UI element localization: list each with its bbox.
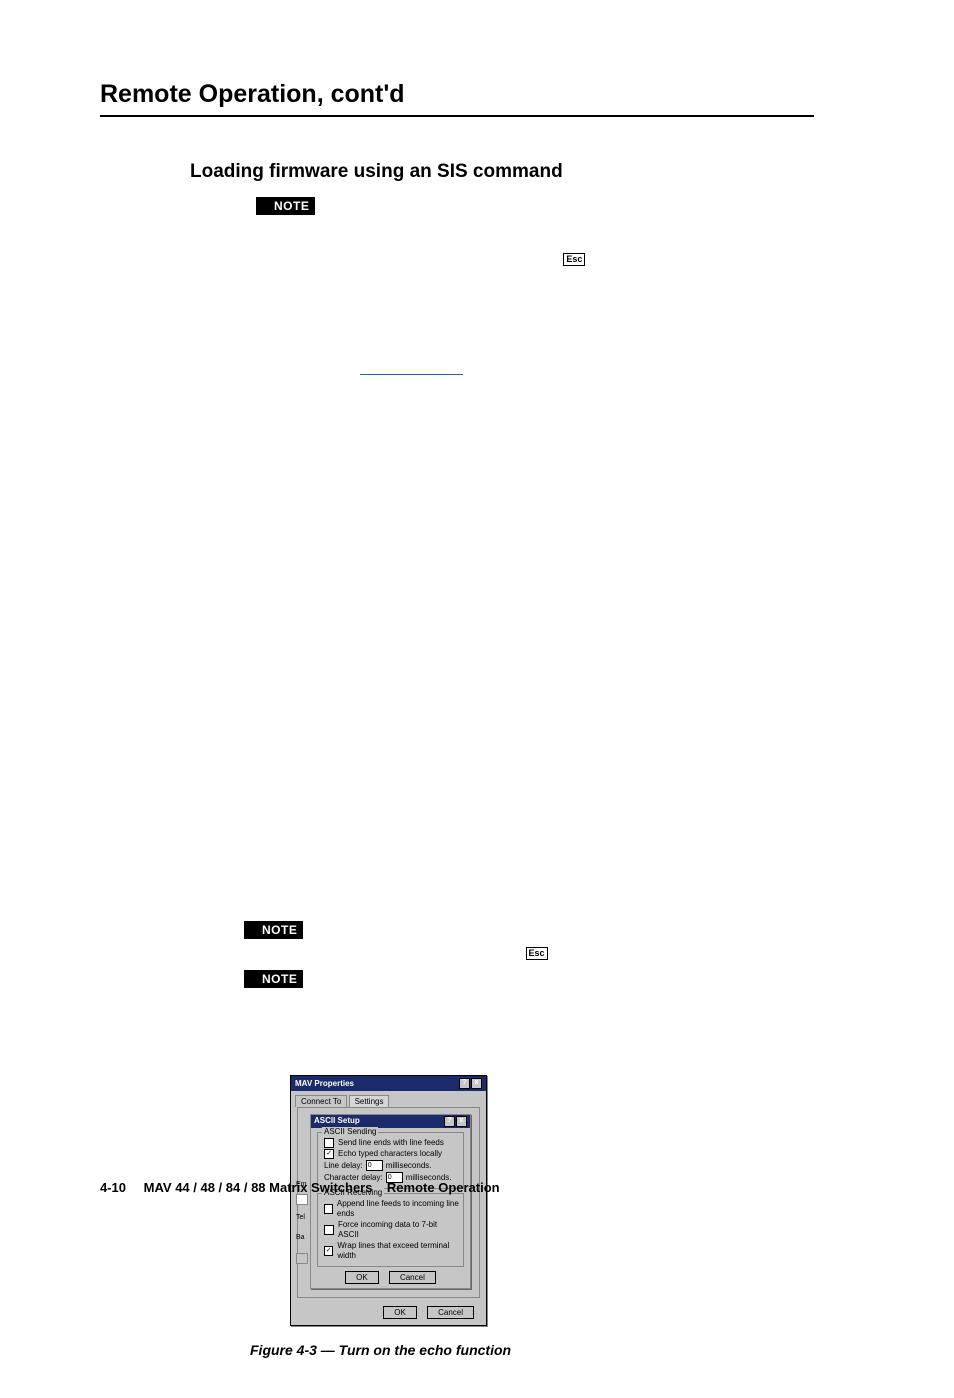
note-text-1: The Windows Control/Configuration softwa…: [331, 197, 814, 238]
dialog-titlebar: MAV Properties ? x: [291, 1076, 486, 1091]
ascii-ok-button[interactable]: OK: [345, 1271, 379, 1284]
note-badge: NOTE: [244, 921, 303, 939]
step-4b-text: Browse through your system and select th…: [270, 472, 814, 492]
checkbox-wrap-lines[interactable]: ✓: [324, 1246, 333, 1256]
step-1-sub: The E*2CM response from the switcher ind…: [270, 314, 814, 375]
body-paragraph: If firmware loading is interrupted the u…: [256, 248, 814, 268]
label-force-7bit: Force incoming data to 7-bit ASCII: [338, 1220, 459, 1240]
label-line-delay: Line delay:: [324, 1161, 363, 1171]
step-1: Connect a Windows-based computer to the …: [270, 268, 814, 375]
help-icon[interactable]: ?: [459, 1078, 470, 1089]
extron-link[interactable]: www.extron.com: [360, 357, 463, 375]
step-2: On your Windows-based computer, start Hy…: [270, 385, 814, 405]
note-badge: NOTE: [256, 197, 315, 215]
step-4: Click Transfer > Send Text File. Browse …: [270, 446, 814, 1051]
ascii-cancel-button[interactable]: Cancel: [389, 1271, 436, 1284]
ascii-title-text: ASCII Setup: [314, 1116, 360, 1127]
page-footer: 4-10 MAV 44 / 48 / 84 / 88 Matrix Switch…: [100, 1180, 500, 1195]
step-3: Send the switcher a Prepare for firmware…: [270, 416, 814, 436]
label-send-line-ends: Send line ends with line feeds: [338, 1138, 444, 1148]
note-text-2: You can abort an incomplete firmware loa…: [319, 921, 814, 962]
props-cancel-button[interactable]: Cancel: [427, 1306, 474, 1319]
input-line-delay[interactable]: 0: [366, 1160, 383, 1171]
close-icon[interactable]: x: [456, 1116, 467, 1127]
note-text-3: To display characters that are typed in …: [319, 970, 814, 1051]
checkbox-append-lf[interactable]: [324, 1204, 333, 1214]
tab-settings[interactable]: Settings: [349, 1095, 390, 1107]
help-icon[interactable]: ?: [444, 1116, 455, 1127]
label-wrap-lines: Wrap lines that exceed terminal width: [337, 1241, 459, 1261]
label-append-lf: Append line feeds to incoming line ends: [337, 1199, 459, 1219]
props-ok-button[interactable]: OK: [383, 1306, 417, 1319]
dialog-title-text: MAV Properties: [295, 1079, 354, 1088]
page-header: Remote Operation, cont'd: [100, 80, 814, 117]
book-title: MAV 44 / 48 / 84 / 88 Matrix Switchers: [144, 1180, 373, 1195]
figure-4-3: MAV Properties ? x Connect To Settings E…: [290, 1075, 814, 1326]
figure-caption: Figure 4-3 — Turn on the echo function: [250, 1342, 814, 1358]
page-number: 4-10: [100, 1180, 126, 1195]
tab-connect-to[interactable]: Connect To: [295, 1095, 347, 1107]
group-ascii-receiving: ASCII Receiving Append line feeds to inc…: [317, 1193, 464, 1267]
header-title: Remote Operation, cont'd: [100, 80, 405, 108]
esc-key-icon: Esc: [563, 253, 585, 266]
step-4a-text: Click Transfer > Send Text File.: [270, 448, 464, 464]
note-badge: NOTE: [244, 970, 303, 988]
checkbox-send-line-ends[interactable]: [324, 1138, 334, 1148]
section-title: Loading firmware using an SIS command: [190, 161, 814, 183]
ascii-setup-dialog: ASCII Setup ? x ASCII Sending Send line …: [310, 1114, 471, 1289]
checkbox-echo-locally[interactable]: ✓: [324, 1149, 334, 1159]
close-icon[interactable]: x: [471, 1078, 482, 1089]
chapter-title: Remote Operation: [387, 1180, 500, 1195]
mav-properties-dialog: MAV Properties ? x Connect To Settings E…: [290, 1075, 487, 1326]
step-1-text: Connect a Windows-based computer to the …: [270, 270, 803, 306]
group-send-title: ASCII Sending: [322, 1127, 378, 1136]
esc-key-icon: Esc: [526, 947, 548, 960]
label-echo-locally: Echo typed characters locally: [338, 1149, 442, 1159]
checkbox-force-7bit[interactable]: [324, 1225, 334, 1235]
